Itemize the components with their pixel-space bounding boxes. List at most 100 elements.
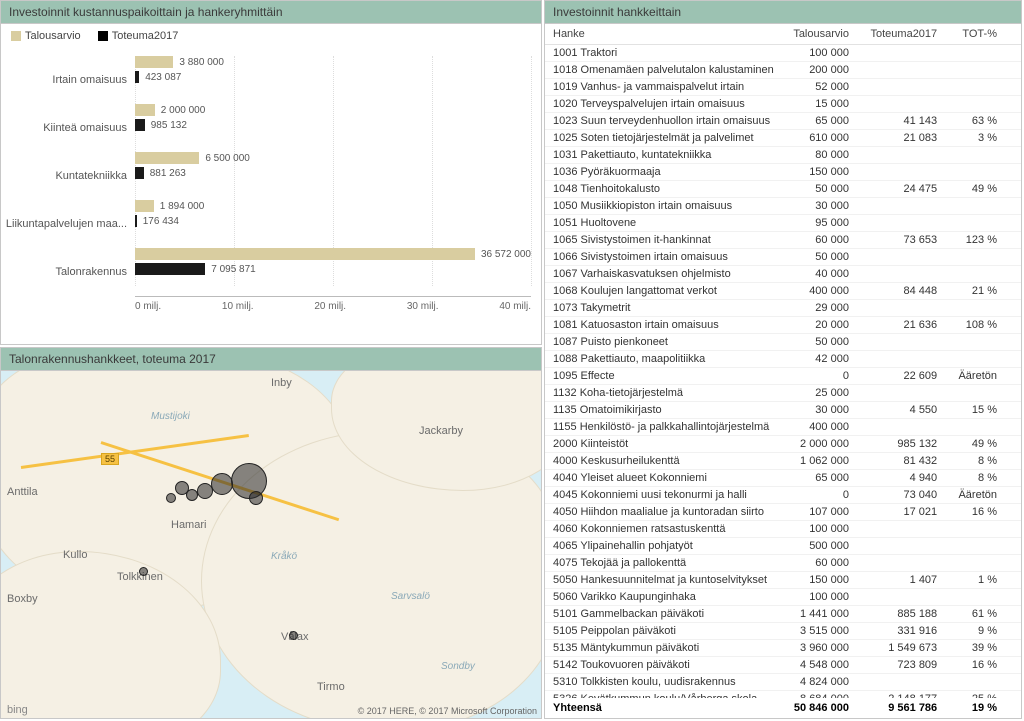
bar-actual[interactable] xyxy=(135,263,205,275)
bar-budget[interactable] xyxy=(135,56,173,68)
bar-budget[interactable] xyxy=(135,104,155,116)
cell-pct: 61 % xyxy=(949,606,1021,623)
cell-actual xyxy=(861,147,949,164)
table-row[interactable]: 1068 Koulujen langattomat verkot400 0008… xyxy=(545,283,1021,300)
table-row[interactable]: 4045 Kokonniemi uusi tekonurmi ja halli0… xyxy=(545,487,1021,504)
cell-name: 4065 Ylipainehallin pohjatyöt xyxy=(545,538,784,555)
bar-actual[interactable] xyxy=(135,167,144,179)
chart-plot-area[interactable]: Irtain omaisuus3 880 000423 087Kiinteä o… xyxy=(1,50,541,344)
table-panel: Investoinnit hankkeittain Hanke Talousar… xyxy=(544,0,1022,719)
table-row[interactable]: 5050 Hankesuunnitelmat ja kuntoselvityks… xyxy=(545,572,1021,589)
cell-pct: 39 % xyxy=(949,640,1021,657)
table-row[interactable]: 1048 Tienhoitokalusto50 00024 47549 % xyxy=(545,181,1021,198)
bar-budget[interactable] xyxy=(135,152,199,164)
col-hanke[interactable]: Hanke xyxy=(545,24,784,45)
place-boxby: Boxby xyxy=(7,593,38,605)
table-row[interactable]: 1031 Pakettiauto, kuntatekniikka80 000 xyxy=(545,147,1021,164)
cell-name: 1065 Sivistystoimen it-hankinnat xyxy=(545,232,784,249)
table-row[interactable]: 2000 Kiinteistöt2 000 000985 13249 % xyxy=(545,436,1021,453)
table-row[interactable]: 1081 Katuosaston irtain omaisuus20 00021… xyxy=(545,317,1021,334)
table-row[interactable]: 1001 Traktori100 000 xyxy=(545,45,1021,62)
table-row[interactable]: 1155 Henkilöstö- ja palkkahallintojärjes… xyxy=(545,419,1021,436)
cell-actual xyxy=(861,521,949,538)
col-actual[interactable]: Toteuma2017 xyxy=(861,24,949,45)
cell-actual: 73 653 xyxy=(861,232,949,249)
table-row[interactable]: 1095 Effecte022 609Ääretön xyxy=(545,368,1021,385)
cell-name: 5142 Toukovuoren päiväkoti xyxy=(545,657,784,674)
table-row[interactable]: 1036 Pyöräkuormaaja150 000 xyxy=(545,164,1021,181)
table-row[interactable]: 4060 Kokonniemen ratsastuskenttä100 000 xyxy=(545,521,1021,538)
table-row[interactable]: 5135 Mäntykummun päiväkoti3 960 0001 549… xyxy=(545,640,1021,657)
cell-budget: 80 000 xyxy=(784,147,861,164)
table-row[interactable]: 4040 Yleiset alueet Kokonniemi65 0004 94… xyxy=(545,470,1021,487)
table-row[interactable]: 4075 Tekojää ja pallokenttä60 000 xyxy=(545,555,1021,572)
cell-actual: 331 916 xyxy=(861,623,949,640)
cell-actual xyxy=(861,351,949,368)
cell-name: 1051 Huoltovene xyxy=(545,215,784,232)
bing-logo: bing xyxy=(7,704,28,716)
cell-pct xyxy=(949,164,1021,181)
table-row[interactable]: 1088 Pakettiauto, maapolitiikka42 000 xyxy=(545,351,1021,368)
table-scroll[interactable]: Hanke Talousarvio Toteuma2017 TOT-% 1001… xyxy=(545,24,1021,718)
cell-name: 1036 Pyöräkuormaaja xyxy=(545,164,784,181)
cell-pct xyxy=(949,266,1021,283)
table-row[interactable]: 1020 Terveyspalvelujen irtain omaisuus15… xyxy=(545,96,1021,113)
place-hamari: Hamari xyxy=(171,519,206,531)
cell-budget: 29 000 xyxy=(784,300,861,317)
col-budget[interactable]: Talousarvio xyxy=(784,24,861,45)
chart-title: Investoinnit kustannuspaikoittain ja han… xyxy=(1,1,541,24)
table-row[interactable]: 1051 Huoltovene95 000 xyxy=(545,215,1021,232)
cell-name: 1067 Varhaiskasvatuksen ohjelmisto xyxy=(545,266,784,283)
cell-actual: 24 475 xyxy=(861,181,949,198)
table-row[interactable]: 1135 Omatoimikirjasto30 0004 55015 % xyxy=(545,402,1021,419)
table-row[interactable]: 4000 Keskusurheilukenttä1 062 00081 4328… xyxy=(545,453,1021,470)
table-row[interactable]: 1019 Vanhus- ja vammaispalvelut irtain52… xyxy=(545,79,1021,96)
table-row[interactable]: 5310 Tolkkisten koulu, uudisrakennus4 82… xyxy=(545,674,1021,691)
bar-budget[interactable] xyxy=(135,248,475,260)
table-row[interactable]: 5105 Peippolan päiväkoti3 515 000331 916… xyxy=(545,623,1021,640)
table-row[interactable]: 5101 Gammelbackan päiväkoti1 441 000885 … xyxy=(545,606,1021,623)
cell-name: 1087 Puisto pienkoneet xyxy=(545,334,784,351)
bar-budget[interactable] xyxy=(135,200,154,212)
bar-actual[interactable] xyxy=(135,215,137,227)
place-inby: Inby xyxy=(271,377,292,389)
table-row[interactable]: 4065 Ylipainehallin pohjatyöt500 000 xyxy=(545,538,1021,555)
cell-name: 1023 Suun terveydenhuollon irtain omaisu… xyxy=(545,113,784,130)
cell-name: 1095 Effecte xyxy=(545,368,784,385)
table-row[interactable]: 5142 Toukovuoren päiväkoti4 548 000723 8… xyxy=(545,657,1021,674)
bar-actual[interactable] xyxy=(135,119,145,131)
table-row[interactable]: 1073 Takymetrit29 000 xyxy=(545,300,1021,317)
table-row[interactable]: 1087 Puisto pienkoneet50 000 xyxy=(545,334,1021,351)
cell-pct: 123 % xyxy=(949,232,1021,249)
map-bubble[interactable] xyxy=(289,631,298,640)
table-row[interactable]: 5060 Varikko Kaupunginhaka100 000 xyxy=(545,589,1021,606)
table-row[interactable]: 1023 Suun terveydenhuollon irtain omaisu… xyxy=(545,113,1021,130)
bar-actual[interactable] xyxy=(135,71,139,83)
cell-budget: 400 000 xyxy=(784,419,861,436)
table-header-row: Hanke Talousarvio Toteuma2017 TOT-% xyxy=(545,24,1021,45)
table-row[interactable]: 1050 Musiikkiopiston irtain omaisuus30 0… xyxy=(545,198,1021,215)
table-row[interactable]: 1065 Sivistystoimen it-hankinnat60 00073… xyxy=(545,232,1021,249)
table-row[interactable]: 1066 Sivistystoimen irtain omaisuus50 00… xyxy=(545,249,1021,266)
cell-name: 4045 Kokonniemi uusi tekonurmi ja halli xyxy=(545,487,784,504)
map-bubble[interactable] xyxy=(175,481,189,495)
cell-name: 4050 Hiihdon maalialue ja kuntoradan sii… xyxy=(545,504,784,521)
map-bubble[interactable] xyxy=(139,567,148,576)
table-row[interactable]: 1067 Varhaiskasvatuksen ohjelmisto40 000 xyxy=(545,266,1021,283)
map-bubble[interactable] xyxy=(211,473,233,495)
cell-name: 5050 Hankesuunnitelmat ja kuntoselvityks… xyxy=(545,572,784,589)
cell-name: 1025 Soten tietojärjestelmät ja palvelim… xyxy=(545,130,784,147)
cell-pct xyxy=(949,419,1021,436)
cell-budget: 15 000 xyxy=(784,96,861,113)
total-actual: 9 561 786 xyxy=(861,698,949,719)
table-row[interactable]: 1018 Omenamäen palvelutalon kalustaminen… xyxy=(545,62,1021,79)
map-bubble[interactable] xyxy=(249,491,263,505)
table-row[interactable]: 1025 Soten tietojärjestelmät ja palvelim… xyxy=(545,130,1021,147)
map-bubble[interactable] xyxy=(197,483,213,499)
map-bubble[interactable] xyxy=(166,493,176,503)
table-row[interactable]: 4050 Hiihdon maalialue ja kuntoradan sii… xyxy=(545,504,1021,521)
cell-pct: 21 % xyxy=(949,283,1021,300)
col-pct[interactable]: TOT-% xyxy=(949,24,1021,45)
table-row[interactable]: 1132 Koha-tietojärjestelmä25 000 xyxy=(545,385,1021,402)
map-canvas[interactable]: 55 Inby Jackarby Anttila Hamari Kullo To… xyxy=(1,371,541,718)
